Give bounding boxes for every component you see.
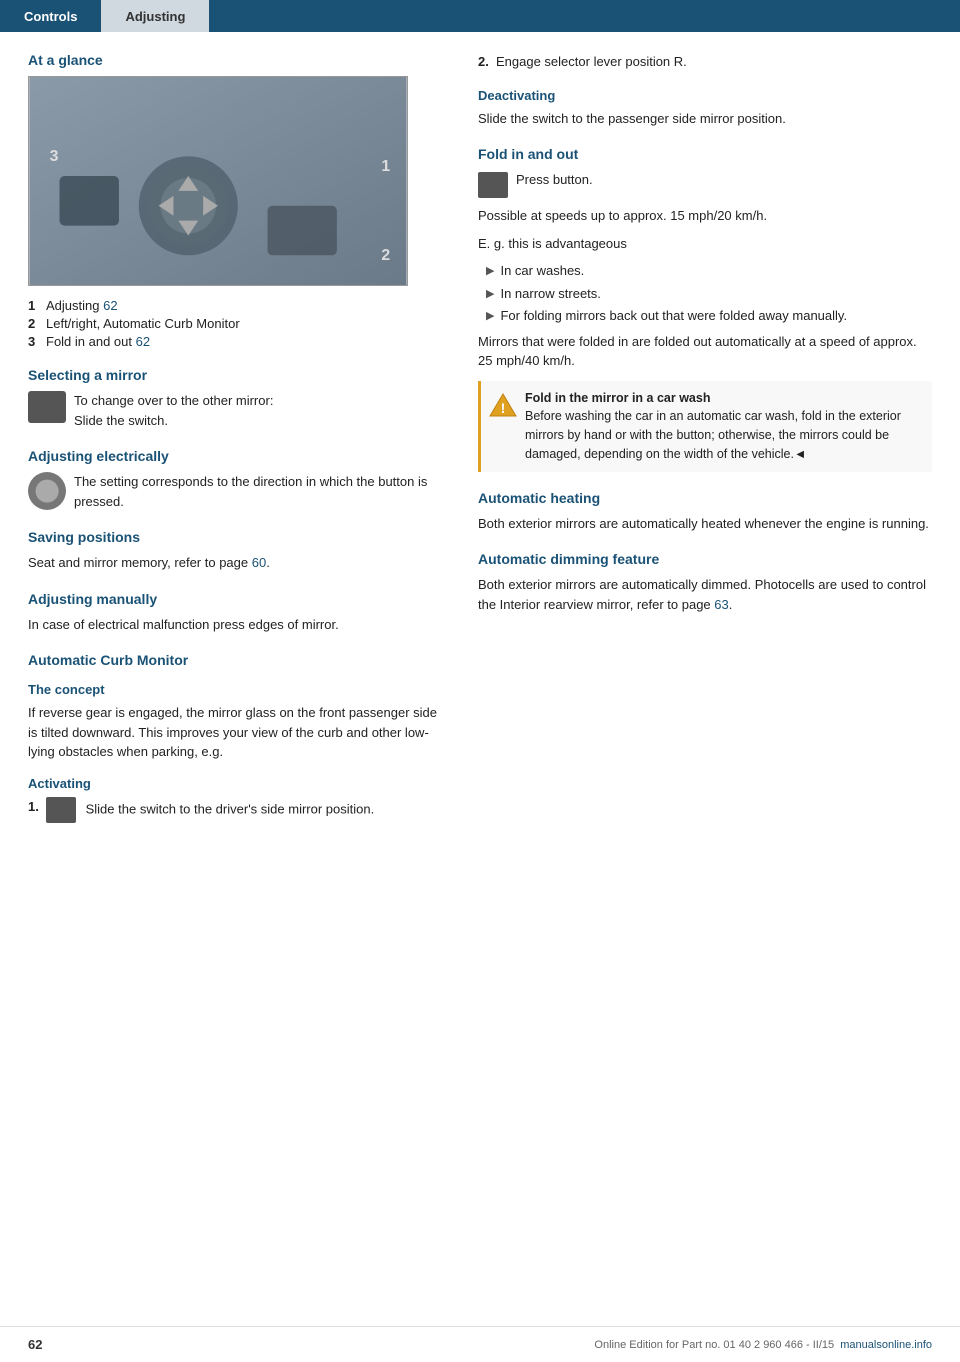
fold-advantageous-text: E. g. this is advantageous [478, 234, 932, 254]
bullet-item-2: ▶ In narrow streets. [486, 284, 932, 304]
link-page-60[interactable]: 60 [252, 555, 266, 570]
selecting-mirror-text: To change over to the other mirror:Slide… [74, 391, 448, 430]
list-item-2: 2 Left/right, Automatic Curb Monitor [28, 316, 448, 331]
step-1-row: 1. Slide the switch to the driver's side… [28, 797, 448, 823]
saving-positions-text: Seat and mirror memory, refer to page 60… [28, 553, 448, 573]
main-content: At a glance [0, 32, 960, 873]
fold-button-icon [478, 172, 508, 198]
warning-triangle-icon: ! [489, 391, 517, 419]
step-2-row: 2. Engage selector lever position R. [478, 52, 932, 72]
automatic-curb-monitor-heading: Automatic Curb Monitor [28, 652, 448, 668]
bullet-item-3: ▶ For folding mirrors back out that were… [486, 306, 932, 326]
svg-text:1: 1 [381, 158, 390, 175]
the-concept-text: If reverse gear is engaged, the mirror g… [28, 703, 448, 762]
right-column: 2. Engage selector lever position R. Dea… [478, 52, 932, 833]
svg-text:2: 2 [381, 247, 390, 264]
automatic-dimming-heading: Automatic dimming feature [478, 551, 932, 567]
footer: 62 Online Edition for Part no. 01 40 2 9… [0, 1326, 960, 1362]
warning-body: Before washing the car in an automatic c… [525, 409, 901, 461]
small-button-icon-1 [46, 797, 76, 823]
list-item-3: 3 Fold in and out 62 [28, 334, 448, 349]
mirror-diagram: 1 2 3 [28, 76, 408, 286]
link-page-63[interactable]: 63 [714, 597, 728, 612]
adjusting-electrically-row: The setting corresponds to the direction… [28, 472, 448, 511]
deactivating-text: Slide the switch to the passenger side m… [478, 109, 932, 129]
warning-title: Fold in the mirror in a car wash [525, 391, 710, 405]
fold-press-button-row: Press button. [478, 170, 932, 198]
tab-adjusting[interactable]: Adjusting [101, 0, 209, 32]
footer-website-link[interactable]: manualsonline.info [840, 1339, 932, 1351]
switch-icon [28, 391, 66, 423]
round-button-icon [28, 472, 66, 510]
saving-positions-heading: Saving positions [28, 529, 448, 545]
header: Controls Adjusting [0, 0, 960, 32]
svg-text:3: 3 [50, 148, 59, 165]
fold-press-text: Press button. [516, 170, 932, 190]
bullet-list: ▶ In car washes. ▶ In narrow streets. ▶ … [486, 261, 932, 326]
tab-controls[interactable]: Controls [0, 0, 101, 32]
fold-in-out-heading: Fold in and out [478, 146, 932, 162]
deactivating-heading: Deactivating [478, 88, 932, 103]
mirrors-auto-text: Mirrors that were folded in are folded o… [478, 332, 932, 371]
link-adjusting-62[interactable]: 62 [103, 298, 117, 313]
step-2-content: Engage selector lever position R. [496, 52, 932, 72]
list-item-1: 1 Adjusting 62 [28, 298, 448, 313]
adjusting-manually-heading: Adjusting manually [28, 591, 448, 607]
arrow-icon-3: ▶ [486, 308, 494, 325]
at-a-glance-heading: At a glance [28, 52, 448, 68]
selecting-mirror-row: To change over to the other mirror:Slide… [28, 391, 448, 430]
activating-heading: Activating [28, 776, 448, 791]
bullet-item-1: ▶ In car washes. [486, 261, 932, 281]
arrow-icon-2: ▶ [486, 286, 494, 303]
selecting-mirror-heading: Selecting a mirror [28, 367, 448, 383]
automatic-heating-text: Both exterior mirrors are automatically … [478, 514, 932, 534]
svg-text:!: ! [501, 400, 506, 416]
warning-text-block: Fold in the mirror in a car wash Before … [525, 389, 924, 464]
step-1-content: Slide the switch to the driver's side mi… [46, 797, 448, 823]
the-concept-heading: The concept [28, 682, 448, 697]
adjusting-electrically-heading: Adjusting electrically [28, 448, 448, 464]
adjusting-electrically-text: The setting corresponds to the direction… [74, 472, 448, 511]
page-number: 62 [28, 1337, 42, 1352]
link-fold-62[interactable]: 62 [136, 334, 150, 349]
adjusting-manually-text: In case of electrical malfunction press … [28, 615, 448, 635]
arrow-icon-1: ▶ [486, 263, 494, 280]
numbered-list: 1 Adjusting 62 2 Left/right, Automatic C… [28, 298, 448, 349]
fold-possible-text: Possible at speeds up to approx. 15 mph/… [478, 206, 932, 226]
left-column: At a glance [28, 52, 448, 833]
warning-box: ! Fold in the mirror in a car wash Befor… [478, 381, 932, 472]
automatic-dimming-text: Both exterior mirrors are automatically … [478, 575, 932, 614]
automatic-heating-heading: Automatic heating [478, 490, 932, 506]
footer-info: Online Edition for Part no. 01 40 2 960 … [594, 1339, 932, 1351]
